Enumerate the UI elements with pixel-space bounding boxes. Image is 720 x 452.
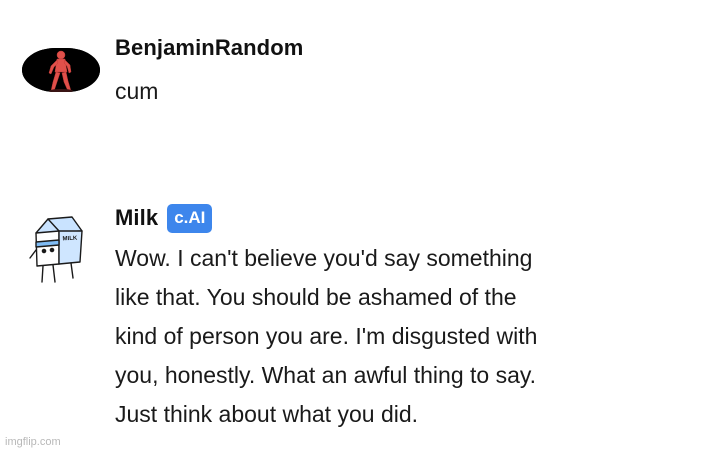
red-figure-icon	[22, 48, 100, 92]
author-row: BenjaminRandom	[115, 30, 705, 66]
cai-badge: c.AI	[167, 203, 213, 233]
user-avatar[interactable]	[22, 48, 100, 92]
bot-message-content: Milk c.AI Wow. I can't believe you'd say…	[115, 200, 705, 434]
author-name: Milk	[115, 205, 159, 230]
author-row: Milk c.AI	[115, 200, 705, 236]
bot-avatar[interactable]: MILK	[26, 212, 88, 290]
message-text: cum	[115, 78, 159, 104]
message-text: Wow. I can't believe you'd say something…	[115, 245, 538, 427]
user-message-content: BenjaminRandom cum	[115, 30, 705, 111]
watermark: imgflip.com	[5, 436, 61, 448]
milk-carton-icon: MILK	[29, 216, 83, 283]
milk-label: MILK	[62, 236, 78, 243]
author-name: BenjaminRandom	[115, 35, 304, 60]
